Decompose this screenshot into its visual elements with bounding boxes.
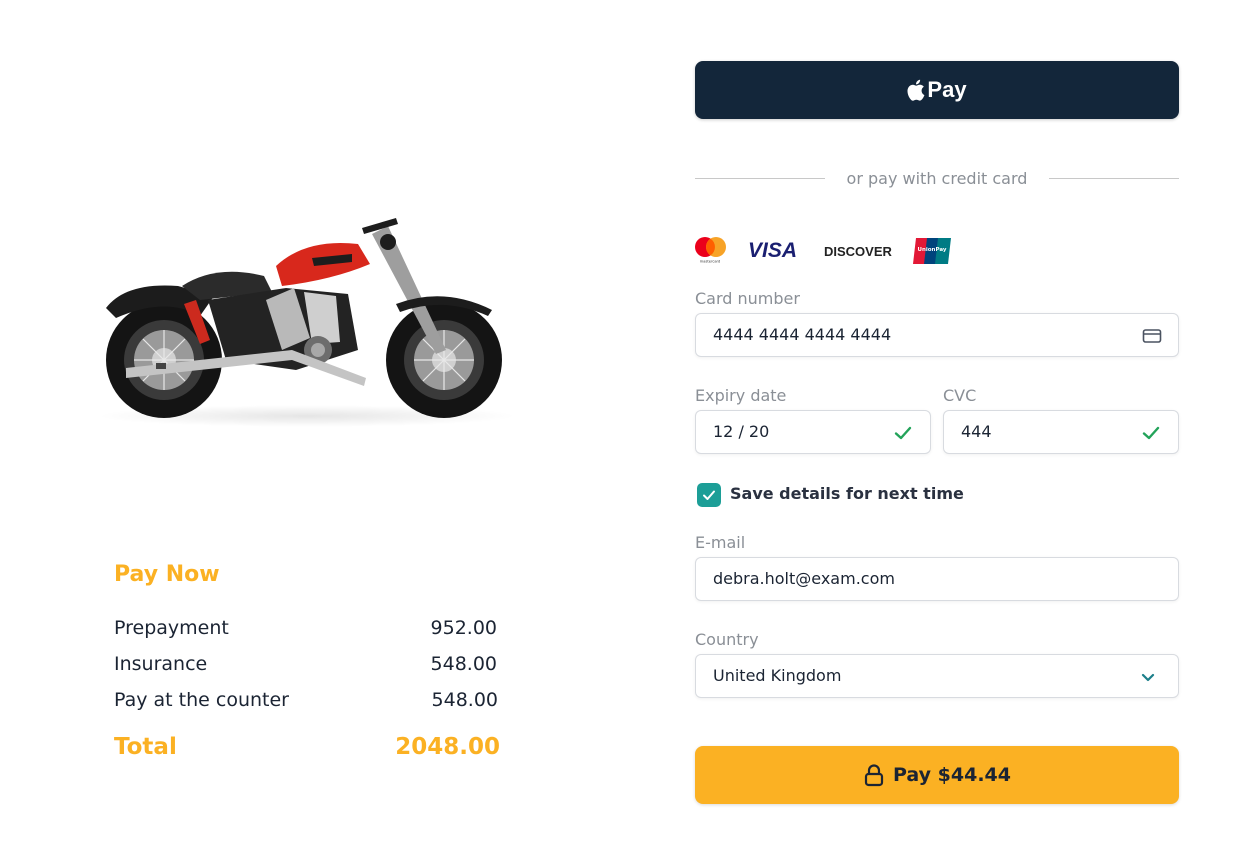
total-amount: 2048.00	[395, 734, 500, 760]
country-value: United Kingdom	[713, 666, 842, 685]
chevron-down-icon	[1138, 667, 1158, 687]
unionpay-icon: UnionPay	[913, 238, 951, 264]
apple-logo-icon	[907, 79, 925, 101]
pay-button-label: Pay $44.44	[893, 764, 1011, 786]
row-label: Prepayment	[114, 617, 229, 639]
visa-logo: VISA	[748, 239, 797, 262]
mastercard-icon: mastercard	[695, 237, 726, 264]
checkbox-checked-icon[interactable]	[697, 483, 721, 507]
total-label: Total	[114, 734, 177, 760]
pay-button[interactable]: Pay $44.44	[695, 746, 1179, 804]
lock-icon	[863, 763, 885, 787]
motorcycle-image	[96, 200, 518, 427]
email-label: E-mail	[695, 533, 746, 552]
credit-card-icon	[1142, 326, 1162, 346]
save-details-label: Save details for next time	[730, 484, 964, 503]
discover-logo: DISCOVER	[824, 244, 893, 259]
save-details-checkbox[interactable]: Save details for next time	[697, 481, 997, 507]
summary-row-pay-at-counter: Pay at the counter 548.00	[114, 689, 500, 715]
summary-row-prepayment: Prepayment 952.00	[114, 617, 500, 643]
email-field[interactable]: debra.holt@exam.com	[695, 557, 1179, 601]
expiry-field[interactable]: 12 / 20	[695, 410, 931, 454]
cvc-field[interactable]: 444	[943, 410, 1179, 454]
country-label: Country	[695, 630, 759, 649]
email-value: debra.holt@exam.com	[713, 569, 895, 588]
card-number-label: Card number	[695, 289, 800, 308]
image-shadow	[96, 405, 518, 427]
row-amount: 952.00	[430, 617, 497, 639]
card-number-value: 4444 4444 4444 4444	[713, 325, 892, 344]
check-icon	[1141, 423, 1161, 443]
apple-pay-label: Pay	[927, 77, 967, 102]
summary-row-insurance: Insurance 548.00	[114, 653, 500, 679]
card-brands: mastercard VISA DISCOVER UnionPay	[695, 234, 965, 268]
row-amount: 548.00	[431, 689, 498, 711]
apple-pay-button[interactable]: Pay	[695, 61, 1179, 119]
card-number-field[interactable]: 4444 4444 4444 4444	[695, 313, 1179, 357]
row-amount: 548.00	[430, 653, 497, 675]
cvc-value: 444	[961, 422, 992, 441]
country-select[interactable]: United Kingdom	[695, 654, 1179, 698]
motorcycle-illustration	[106, 218, 502, 418]
expiry-label: Expiry date	[695, 386, 787, 405]
payment-divider: or pay with credit card	[695, 166, 1179, 192]
expiry-value: 12 / 20	[713, 422, 770, 441]
row-label: Pay at the counter	[114, 689, 289, 711]
summary-title: Pay Now	[114, 562, 220, 587]
mastercard-text: mastercard	[700, 260, 720, 264]
row-label: Insurance	[114, 653, 208, 675]
check-icon	[893, 423, 913, 443]
unionpay-text: UnionPay	[918, 247, 947, 253]
divider-line-right	[1049, 178, 1179, 179]
cvc-label: CVC	[943, 386, 977, 405]
